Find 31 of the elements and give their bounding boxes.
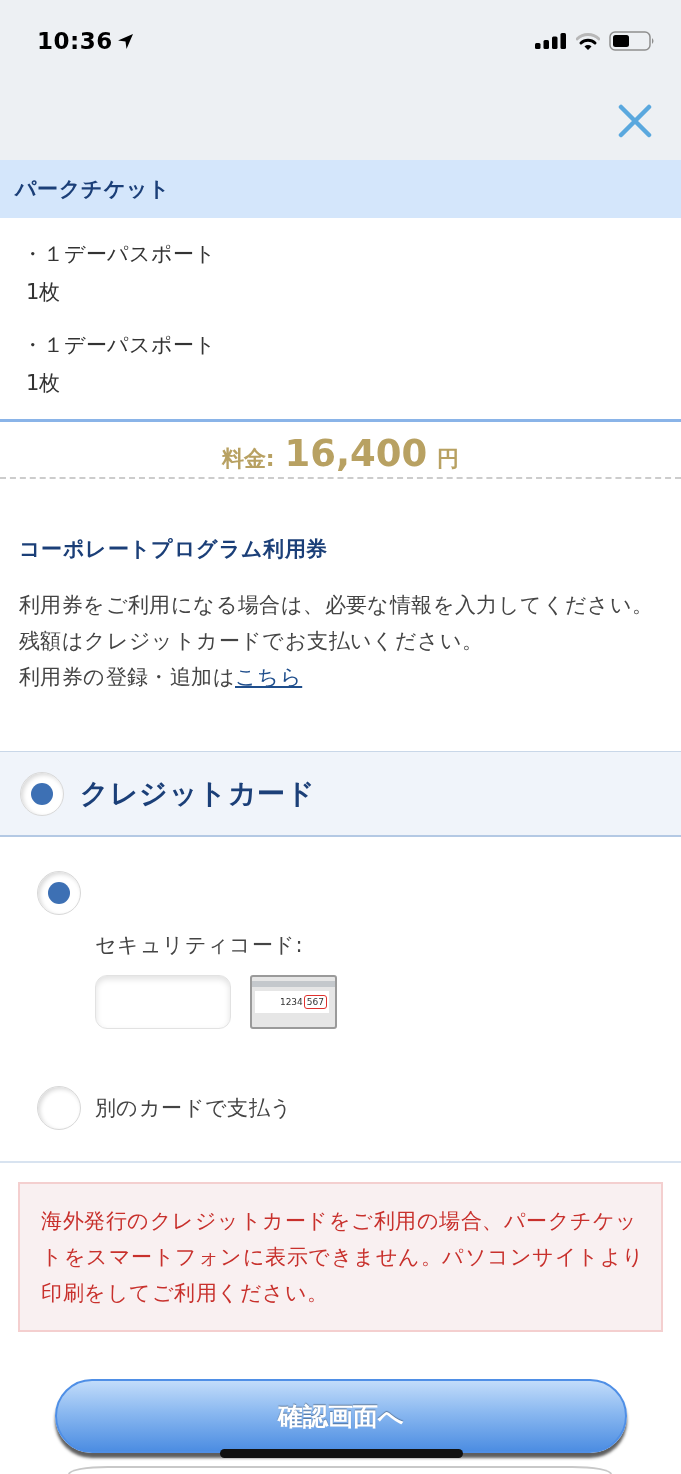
voucher-register-text: 利用券の登録・追加は こちら bbox=[19, 664, 304, 691]
battery-icon bbox=[609, 31, 655, 51]
close-button[interactable] bbox=[617, 103, 653, 139]
voucher-instruction-text: 利用券をご利用になる場合は、必要な情報を入力してください。 bbox=[19, 592, 655, 619]
signal-icon bbox=[535, 33, 567, 49]
here-link[interactable]: こちら bbox=[235, 665, 303, 689]
sample-card-number: 1234 bbox=[279, 997, 303, 1007]
radio-button[interactable] bbox=[37, 871, 81, 915]
radio-button[interactable] bbox=[20, 771, 64, 816]
price-amount: 16,400 bbox=[284, 432, 428, 475]
security-code-field[interactable] bbox=[95, 975, 231, 1029]
close-icon bbox=[618, 104, 652, 138]
payment-method-label: クレジットカード bbox=[80, 775, 315, 812]
wifi-icon bbox=[576, 32, 600, 50]
security-code-label: セキュリティコード: bbox=[95, 932, 305, 959]
ticket-name: ・１デーパスポート bbox=[22, 241, 217, 268]
ticket-name: ・１デーパスポート bbox=[22, 332, 217, 359]
sample-security-code: 567 bbox=[303, 995, 327, 1009]
option-label: 別のカードで支払う bbox=[95, 1095, 293, 1122]
corporate-voucher-title: コーポレートプログラム利用券 bbox=[19, 536, 329, 563]
warning-message: 海外発行のクレジットカードをご利用の場合、パークチケットをスマートフォンに表示できません。パソコンサイトより印刷をしてご利用ください。 bbox=[18, 1182, 663, 1332]
price-unit: 円 bbox=[437, 445, 460, 473]
section-title: パークチケット bbox=[0, 160, 681, 218]
radio-button[interactable] bbox=[37, 1086, 81, 1130]
ticket-quantity: 1枚 bbox=[25, 279, 62, 306]
location-arrow-icon bbox=[116, 32, 134, 50]
status-time: 10:36 bbox=[37, 28, 113, 54]
secondary-button[interactable] bbox=[68, 1466, 612, 1474]
ticket-quantity: 1枚 bbox=[25, 370, 62, 397]
price-label: 料金: bbox=[221, 445, 275, 473]
voucher-instruction-text: 残額はクレジットカードでお支払いください。 bbox=[19, 628, 485, 655]
